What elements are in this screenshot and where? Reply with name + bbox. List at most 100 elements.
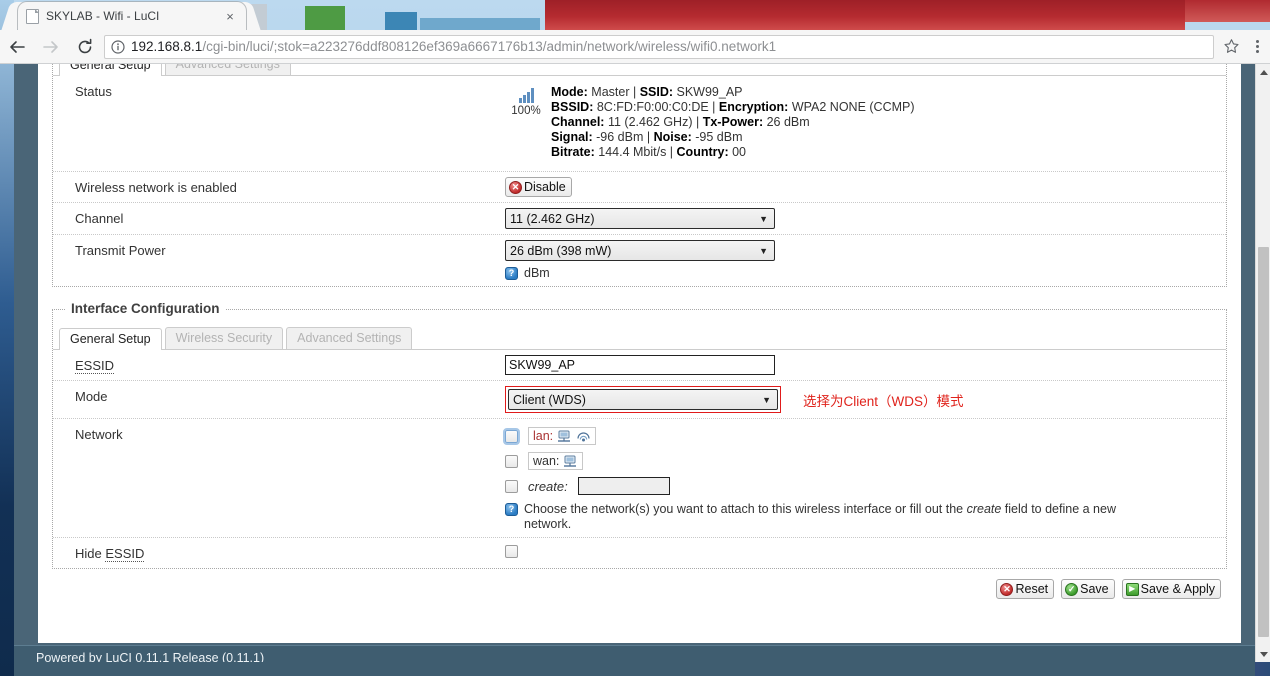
save-apply-button[interactable]: ▶ Save & Apply — [1122, 579, 1221, 599]
save-icon: ✓ — [1065, 583, 1078, 596]
reset-button[interactable]: ✕ Reset — [996, 579, 1054, 599]
create-network-input[interactable] — [578, 477, 670, 495]
transmit-power-select-value: 26 dBm (398 mW) — [510, 244, 611, 258]
scroll-down-arrow-icon[interactable] — [1256, 646, 1270, 662]
create-label: create: — [528, 479, 568, 494]
row-label-transmit-power: Transmit Power — [53, 240, 505, 281]
row-mode: Mode Client (WDS) ▼ 选择为Client（WDS）模式 — [53, 381, 1226, 419]
row-label-network: Network — [53, 424, 505, 532]
scrollbar-thumb[interactable] — [1258, 247, 1269, 637]
scroll-up-arrow-icon[interactable] — [1256, 64, 1270, 80]
row-value-status: 100% Mode: Master | SSID: SKW99_APBSSID:… — [505, 81, 1226, 166]
hide-essid-checkbox[interactable] — [505, 545, 518, 558]
footer-strip — [14, 662, 1255, 676]
back-arrow-icon[interactable] — [0, 30, 34, 64]
chevron-down-icon: ▼ — [759, 246, 768, 256]
page-icon — [26, 9, 39, 24]
transmit-power-help-text: dBm — [524, 266, 550, 281]
row-network: Network lan: — [53, 419, 1226, 538]
info-circle-icon[interactable] — [111, 40, 125, 54]
save-button-label: Save — [1080, 581, 1109, 597]
network-help-text: Choose the network(s) you want to attach… — [524, 502, 1165, 532]
url-host: 192.168.8.1 — [131, 39, 202, 54]
row-wireless-enabled: Wireless network is enabled ✕ Disable — [53, 172, 1226, 203]
signal-indicator: 100% — [505, 81, 547, 117]
save-apply-icon: ▶ — [1126, 583, 1139, 596]
tab-strip: SKYLAB - Wifi - LuCI × — [0, 0, 1270, 30]
chevron-down-icon: ▼ — [762, 395, 771, 405]
interface-configuration-legend: Interface Configuration — [65, 301, 226, 316]
row-hide-essid: Hide ESSID — [53, 538, 1226, 568]
network-chip-lan[interactable]: lan: — [528, 427, 596, 445]
close-icon[interactable]: × — [222, 10, 238, 23]
row-value-network: lan: — [505, 424, 1226, 532]
status-line: Signal: -96 dBm | Noise: -95 dBm — [551, 130, 915, 145]
content-column: General Setup Advanced Settings Status — [38, 64, 1241, 643]
row-value-transmit-power: 26 dBm (398 mW) ▼ ? dBm — [505, 240, 1226, 281]
network-help: ? Choose the network(s) you want to atta… — [505, 502, 1165, 532]
browser-window: SKYLAB - Wifi - LuCI × 192.168 — [0, 0, 1270, 676]
status-line: Channel: 11 (2.462 GHz) | Tx-Power: 26 d… — [551, 115, 915, 130]
network-option-wan: wan: — [505, 452, 1216, 470]
network-chip-wan[interactable]: wan: — [528, 452, 583, 470]
browser-tab[interactable]: SKYLAB - Wifi - LuCI × — [18, 2, 246, 30]
row-label-wireless-enabled: Wireless network is enabled — [53, 177, 505, 197]
tab-interface-wireless-security[interactable]: Wireless Security — [165, 327, 284, 349]
mode-select[interactable]: Client (WDS) ▼ — [508, 389, 778, 410]
row-value-wireless-enabled: ✕ Disable — [505, 177, 1226, 197]
tab-device-advanced-settings[interactable]: Advanced Settings — [165, 64, 291, 75]
help-icon: ? — [505, 503, 518, 516]
device-tabs: General Setup Advanced Settings — [53, 64, 1226, 76]
channel-select-value: 11 (2.462 GHz) — [510, 212, 595, 226]
page-viewport: General Setup Advanced Settings Status — [14, 64, 1255, 662]
three-dot-menu-icon[interactable] — [1244, 30, 1270, 64]
row-value-hide-essid — [505, 543, 1226, 563]
row-value-mode: Client (WDS) ▼ 选择为Client（WDS）模式 — [505, 386, 1226, 413]
browser-toolbar: 192.168.8.1/cgi-bin/luci/;stok=a223276dd… — [0, 30, 1270, 64]
reset-button-label: Reset — [1015, 581, 1048, 597]
row-essid: ESSID — [53, 350, 1226, 381]
disable-icon: ✕ — [509, 181, 522, 194]
device-configuration-panel: General Setup Advanced Settings Status — [52, 64, 1227, 287]
channel-select[interactable]: 11 (2.462 GHz) ▼ — [505, 208, 775, 229]
tab-interface-general-setup[interactable]: General Setup — [59, 328, 162, 350]
status-lines: Mode: Master | SSID: SKW99_APBSSID: 8C:F… — [547, 81, 915, 160]
signal-bars-icon — [505, 87, 547, 103]
save-button[interactable]: ✓ Save — [1061, 579, 1115, 599]
disable-button[interactable]: ✕ Disable — [505, 177, 572, 197]
network-checkbox-create[interactable] — [505, 480, 518, 493]
save-apply-button-label: Save & Apply — [1141, 581, 1215, 597]
tab-interface-advanced-settings[interactable]: Advanced Settings — [286, 327, 412, 349]
disable-button-label: Disable — [524, 179, 566, 195]
reset-icon: ✕ — [1000, 583, 1013, 596]
url-path: /cgi-bin/luci/;stok=a223276ddf808126ef36… — [202, 39, 776, 54]
row-value-channel: 11 (2.462 GHz) ▼ — [505, 208, 1226, 229]
reload-icon[interactable] — [68, 30, 102, 64]
form-actions: ✕ Reset ✓ Save ▶ Save & Apply — [38, 569, 1241, 607]
forward-arrow-icon — [34, 30, 68, 64]
luci-page: General Setup Advanced Settings Status — [14, 64, 1255, 662]
tab-device-general-setup[interactable]: General Setup — [59, 64, 162, 76]
vertical-scrollbar[interactable] — [1255, 64, 1270, 662]
transmit-power-select[interactable]: 26 dBm (398 mW) ▼ — [505, 240, 775, 261]
row-channel: Channel 11 (2.462 GHz) ▼ — [53, 203, 1226, 235]
network-option-lan: lan: — [505, 427, 1216, 445]
essid-input[interactable] — [505, 355, 775, 375]
network-checkbox-wan[interactable] — [505, 455, 518, 468]
wifi-icon — [576, 429, 591, 443]
mode-highlight-box: Client (WDS) ▼ — [505, 386, 781, 413]
row-transmit-power: Transmit Power 26 dBm (398 mW) ▼ ? dBm — [53, 235, 1226, 286]
chevron-down-icon: ▼ — [759, 214, 768, 224]
status-line: Mode: Master | SSID: SKW99_AP — [551, 85, 915, 100]
row-value-essid — [505, 355, 1226, 375]
essid-label-text: ESSID — [75, 358, 114, 374]
star-icon[interactable] — [1218, 38, 1244, 55]
ethernet-icon — [557, 430, 572, 443]
address-bar[interactable]: 192.168.8.1/cgi-bin/luci/;stok=a223276dd… — [104, 35, 1214, 59]
row-status: Status 100% Mode: Master | SSID: SKW99_A… — [53, 76, 1226, 172]
mode-select-value: Client (WDS) — [513, 393, 586, 407]
network-checkbox-lan[interactable] — [505, 430, 518, 443]
hide-essid-prefix: Hide — [75, 546, 105, 561]
network-name-lan: lan: — [533, 429, 553, 443]
network-option-create: create: — [505, 477, 1216, 495]
